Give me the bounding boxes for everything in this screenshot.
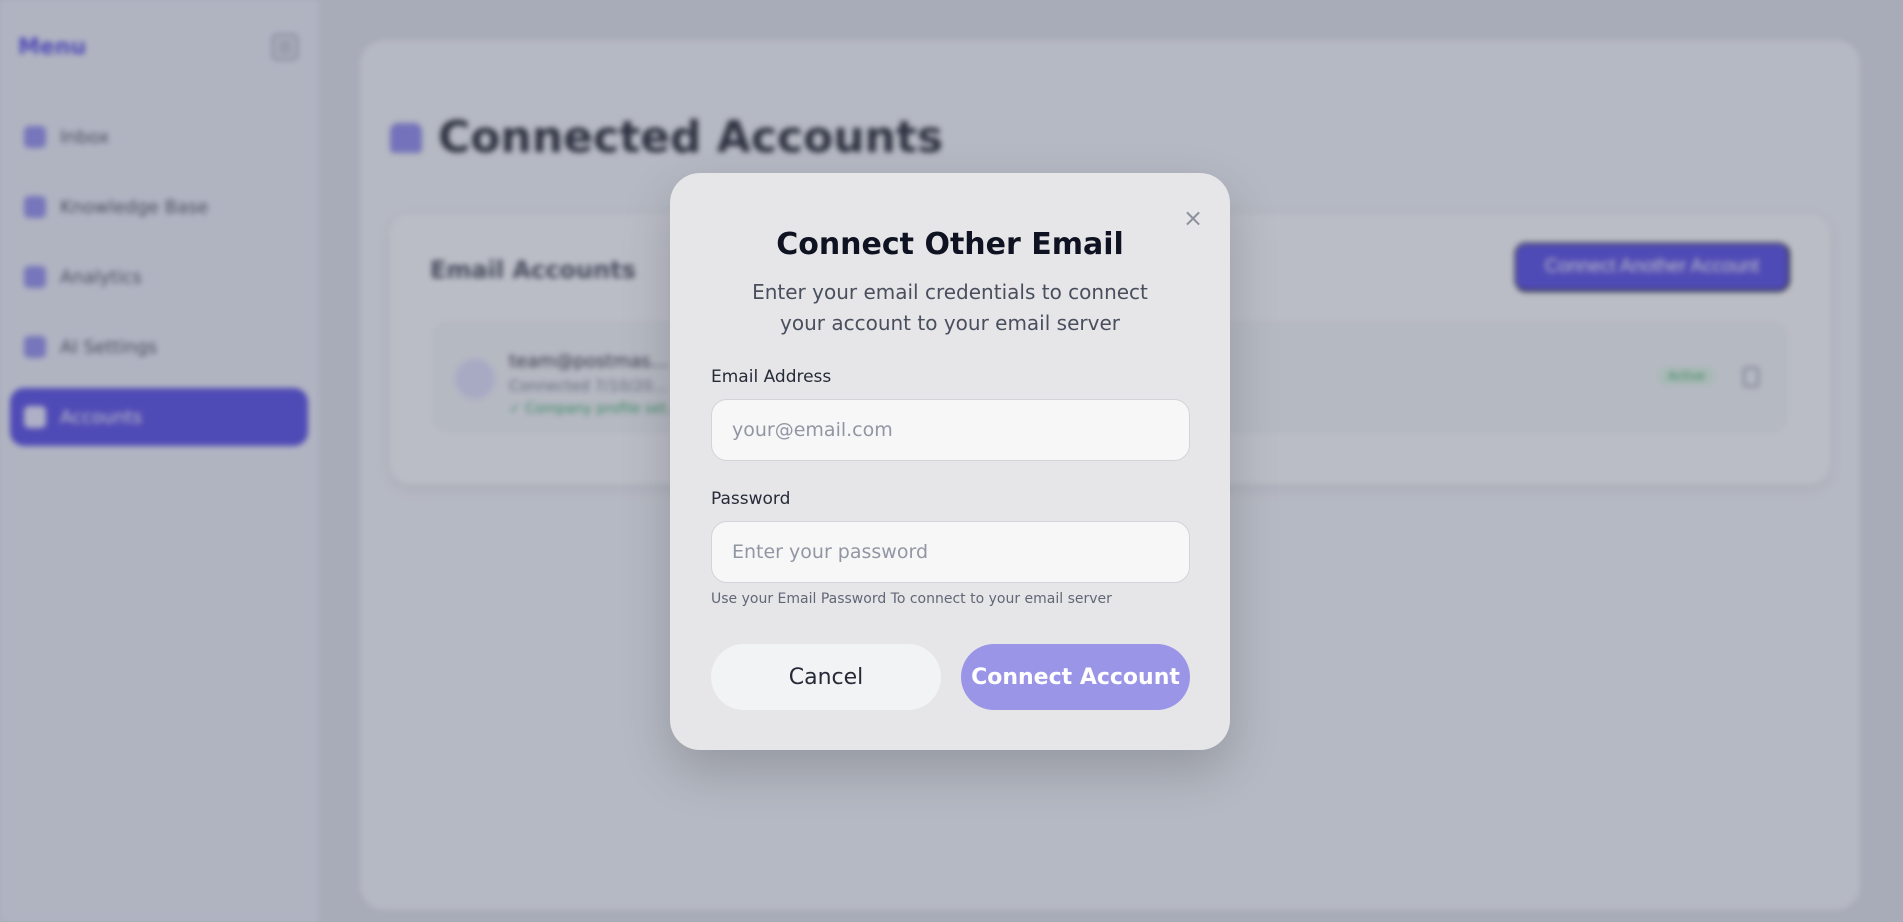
email-label: Email Address — [711, 367, 832, 387]
connect-account-button[interactable]: Connect Account — [961, 644, 1190, 710]
modal-title: Connect Other Email — [776, 227, 1124, 262]
close-icon[interactable]: × — [1182, 206, 1204, 230]
password-label: Password — [711, 489, 791, 509]
modal-subtitle: Enter your email credentials to connect … — [752, 280, 1148, 335]
email-field[interactable] — [711, 399, 1190, 461]
cancel-button[interactable]: Cancel — [711, 644, 941, 710]
connect-email-modal: × Connect Other Email Enter your email c… — [670, 173, 1230, 750]
password-field[interactable] — [711, 521, 1190, 583]
password-help-text: Use your Email Password To connect to yo… — [711, 591, 1112, 607]
